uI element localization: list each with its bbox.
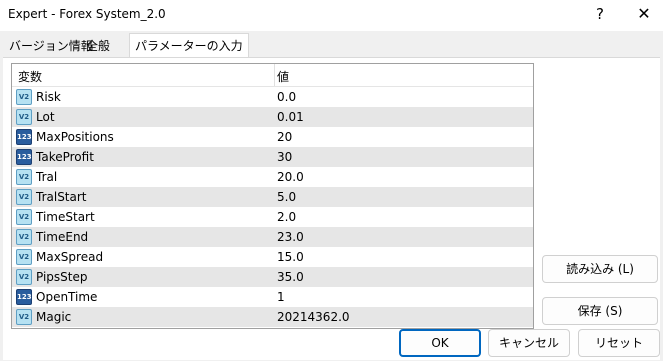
double-icon: V2: [16, 269, 32, 285]
integer-icon: 123: [16, 289, 32, 305]
parameter-value[interactable]: 0.0: [277, 90, 296, 104]
integer-icon: 123: [16, 149, 32, 165]
icon-glyph: V2: [18, 213, 30, 221]
double-icon: V2: [16, 109, 32, 125]
double-icon: V2: [16, 309, 32, 325]
icon-glyph: V2: [18, 173, 30, 181]
double-icon: V2: [16, 169, 32, 185]
double-icon: V2: [16, 249, 32, 265]
parameter-name: Magic: [36, 310, 72, 324]
icon-glyph: V2: [18, 93, 30, 101]
double-icon: V2: [16, 189, 32, 205]
parameter-name: MaxSpread: [36, 250, 104, 264]
table-row[interactable]: 123 OpenTime 1: [12, 287, 533, 308]
icon-glyph: 123: [17, 293, 32, 301]
parameter-name: TimeStart: [36, 210, 95, 224]
parameter-value[interactable]: 20.0: [277, 170, 304, 184]
save-button[interactable]: 保存 (S): [542, 297, 658, 325]
grid-header: 変数 値: [12, 64, 533, 87]
integer-icon: 123: [16, 129, 32, 145]
icon-glyph: V2: [18, 313, 30, 321]
parameter-value[interactable]: 2.0: [277, 210, 296, 224]
table-row[interactable]: V2 Lot 0.01: [12, 107, 533, 128]
parameter-value[interactable]: 23.0: [277, 230, 304, 244]
column-divider[interactable]: [274, 64, 275, 86]
table-row[interactable]: 123 TakeProfit 30: [12, 147, 533, 168]
column-header-variable[interactable]: 変数: [18, 68, 42, 85]
table-row[interactable]: V2 Risk 0.0: [12, 87, 533, 108]
icon-glyph: V2: [18, 113, 30, 121]
tab-input-parameters[interactable]: パラメーターの入力: [129, 33, 249, 57]
parameter-name: OpenTime: [36, 290, 98, 304]
table-row[interactable]: V2 MaxSpread 15.0: [12, 247, 533, 268]
parameter-name: PipsStep: [36, 270, 88, 284]
table-row[interactable]: V2 TralStart 5.0: [12, 187, 533, 208]
load-button[interactable]: 読み込み (L): [542, 255, 658, 283]
parameter-name: TimeEnd: [36, 230, 89, 244]
icon-glyph: V2: [18, 193, 30, 201]
table-row[interactable]: V2 TimeEnd 23.0: [12, 227, 533, 248]
cancel-button[interactable]: キャンセル: [488, 329, 570, 357]
window-title: Expert - Forex System_2.0: [8, 7, 166, 21]
table-row[interactable]: V2 Magic 20214362.0: [12, 307, 533, 328]
title-bar: Expert - Forex System_2.0 ? ✕: [0, 0, 663, 31]
parameter-value[interactable]: 30: [277, 150, 292, 164]
icon-glyph: V2: [18, 253, 30, 261]
tab-general[interactable]: 全般: [83, 36, 113, 56]
help-button[interactable]: ?: [578, 2, 622, 26]
parameter-value[interactable]: 20214362.0: [277, 310, 350, 324]
parameter-value[interactable]: 0.01: [277, 110, 304, 124]
parameter-name: Lot: [36, 110, 55, 124]
parameter-value[interactable]: 1: [277, 290, 285, 304]
parameter-name: TakeProfit: [36, 150, 94, 164]
parameter-name: Risk: [36, 90, 61, 104]
parameter-value[interactable]: 20: [277, 130, 292, 144]
parameter-name: MaxPositions: [36, 130, 114, 144]
double-icon: V2: [16, 209, 32, 225]
double-icon: V2: [16, 89, 32, 105]
parameter-value[interactable]: 15.0: [277, 250, 304, 264]
parameter-value[interactable]: 35.0: [277, 270, 304, 284]
parameters-grid: 変数 値 V2 Risk 0.0 V2 Lot 0.01 123 MaxPositions 20…: [11, 63, 534, 329]
icon-glyph: V2: [18, 273, 30, 281]
table-row[interactable]: 123 MaxPositions 20: [12, 127, 533, 148]
icon-glyph: V2: [18, 233, 30, 241]
table-row[interactable]: V2 Tral 20.0: [12, 167, 533, 188]
tab-bar: バージョン情報 全般 パラメーターの入力: [0, 33, 663, 57]
reset-button[interactable]: リセット: [578, 329, 660, 357]
parameter-value[interactable]: 5.0: [277, 190, 296, 204]
column-header-value[interactable]: 値: [277, 68, 289, 85]
ok-button[interactable]: OK: [399, 329, 481, 357]
icon-glyph: 123: [17, 153, 32, 161]
table-row[interactable]: V2 TimeStart 2.0: [12, 207, 533, 228]
parameter-name: Tral: [36, 170, 58, 184]
double-icon: V2: [16, 229, 32, 245]
icon-glyph: 123: [17, 133, 32, 141]
close-button[interactable]: ✕: [622, 2, 663, 26]
parameter-name: TralStart: [36, 190, 87, 204]
table-row[interactable]: V2 PipsStep 35.0: [12, 267, 533, 288]
